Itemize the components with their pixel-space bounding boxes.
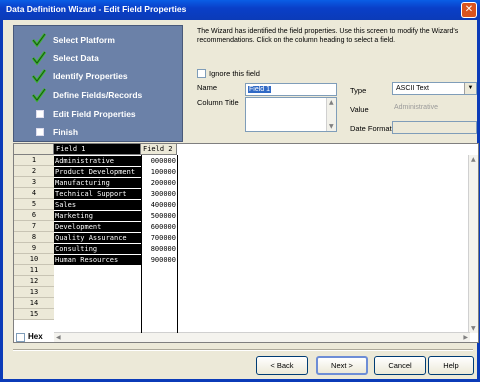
chevron-down-icon: ▼ xyxy=(464,83,476,94)
date-format-label: Date Format xyxy=(350,124,392,133)
scroll-up-icon: ▲ xyxy=(471,156,476,163)
table-cell-field-2[interactable]: 000000 xyxy=(141,156,177,166)
table-cell-field-1[interactable]: Product Development xyxy=(54,167,141,177)
table-cell-field-1[interactable]: Marketing xyxy=(54,211,141,221)
row-number: 10 xyxy=(14,254,54,265)
grid-vertical-scrollbar[interactable]: ▲ ▼ xyxy=(468,155,478,333)
table-cell-field-2[interactable]: 900000 xyxy=(141,255,177,265)
wizard-step-6: Finish xyxy=(14,124,184,141)
row-number: 9 xyxy=(14,243,54,254)
name-input[interactable]: Field 1 xyxy=(245,83,337,96)
wizard-step-label: Identify Properties xyxy=(53,71,128,81)
row-number: 4 xyxy=(14,188,54,199)
table-cell-field-2[interactable]: 700000 xyxy=(141,233,177,243)
table-cell-field-2[interactable]: 200000 xyxy=(141,178,177,188)
name-input-value: Field 1 xyxy=(248,86,272,93)
close-button[interactable]: ✕ xyxy=(461,2,477,18)
type-select-value: ASCII Text xyxy=(396,85,429,92)
row-number: 14 xyxy=(14,298,54,309)
ignore-field-checkbox[interactable] xyxy=(197,69,206,78)
column-title-textarea[interactable]: ▲ ▼ xyxy=(245,97,337,132)
wizard-step-3: Identify Properties xyxy=(14,68,184,85)
wizard-step-label: Select Data xyxy=(53,53,99,63)
check-icon xyxy=(31,68,47,84)
table-cell-field-2[interactable]: 400000 xyxy=(141,200,177,210)
type-label: Type xyxy=(350,86,367,95)
scroll-right-icon: ▶ xyxy=(463,334,468,341)
name-label: Name xyxy=(197,83,218,92)
wizard-step-5: Edit Field Properties xyxy=(14,106,184,123)
row-number: 5 xyxy=(14,199,54,210)
wizard-step-4: Define Fields/Records xyxy=(14,87,184,104)
instructions-text: The Wizard has identified the field prop… xyxy=(197,28,459,44)
column-title-label: Column Title xyxy=(197,98,239,107)
wizard-steps-panel: Select Platform Select Data Identify Prope… xyxy=(13,25,183,142)
wizard-step-label: Edit Field Properties xyxy=(53,109,136,119)
ignore-field-label: Ignore this field xyxy=(209,69,260,78)
scroll-down-icon: ▼ xyxy=(471,325,476,332)
next-button[interactable]: Next > xyxy=(316,356,368,375)
column-divider[interactable] xyxy=(141,155,142,333)
data-grid: Field 1 Field 2 ▲ ▼ ◀ ▶ 1 Administrative 0… xyxy=(13,143,479,343)
column-divider[interactable] xyxy=(177,155,178,333)
table-cell-field-1[interactable]: Administrative xyxy=(54,156,141,166)
date-format-input[interactable] xyxy=(392,121,477,134)
window-title: Data Definition Wizard - Edit Field Prop… xyxy=(6,4,187,14)
scroll-left-icon: ◀ xyxy=(56,334,61,341)
table-cell-field-2[interactable]: 500000 xyxy=(141,211,177,221)
check-icon xyxy=(31,50,47,66)
table-cell-field-2[interactable]: 100000 xyxy=(141,167,177,177)
wizard-step-1: Select Platform xyxy=(14,32,184,49)
row-number: 2 xyxy=(14,166,54,177)
pending-step-icon xyxy=(36,128,44,136)
wizard-step-label: Finish xyxy=(53,127,79,137)
wizard-step-label: Define Fields/Records xyxy=(53,90,143,100)
row-number: 11 xyxy=(14,265,54,276)
cancel-button[interactable]: Cancel xyxy=(374,356,426,375)
back-button[interactable]: < Back xyxy=(256,356,308,375)
title-bar: Data Definition Wizard - Edit Field Prop… xyxy=(0,0,480,20)
row-number: 7 xyxy=(14,221,54,232)
table-cell-field-1[interactable]: Technical Support xyxy=(54,189,141,199)
column-header-field-1[interactable]: Field 1 xyxy=(54,144,141,155)
pending-step-icon xyxy=(36,110,44,118)
column-header-field-2[interactable]: Field 2 xyxy=(141,144,177,155)
wizard-step-label: Select Platform xyxy=(53,35,115,45)
row-number: 15 xyxy=(14,309,54,320)
row-number: 6 xyxy=(14,210,54,221)
table-cell-field-2[interactable]: 800000 xyxy=(141,244,177,254)
hex-label: Hex xyxy=(28,332,43,341)
table-cell-field-1[interactable]: Development xyxy=(54,222,141,232)
grid-horizontal-scrollbar[interactable]: ◀ ▶ xyxy=(54,332,470,342)
value-label: Value xyxy=(350,105,369,114)
value-text: Administrative xyxy=(394,104,438,111)
row-number: 3 xyxy=(14,177,54,188)
table-cell-field-1[interactable]: Consulting xyxy=(54,244,141,254)
scroll-up-icon: ▲ xyxy=(329,99,334,106)
grid-corner xyxy=(14,144,54,155)
check-icon xyxy=(31,32,47,48)
table-cell-field-1[interactable]: Quality Assurance xyxy=(54,233,141,243)
help-button[interactable]: Help xyxy=(428,356,474,375)
button-separator xyxy=(13,349,473,351)
row-number: 13 xyxy=(14,287,54,298)
textarea-scrollbar[interactable]: ▲ ▼ xyxy=(326,98,336,131)
table-cell-field-1[interactable]: Sales xyxy=(54,200,141,210)
row-number: 12 xyxy=(14,276,54,287)
row-number: 8 xyxy=(14,232,54,243)
table-cell-field-1[interactable]: Human Resources xyxy=(54,255,141,265)
table-cell-field-1[interactable]: Manufacturing xyxy=(54,178,141,188)
table-cell-field-2[interactable]: 300000 xyxy=(141,189,177,199)
check-icon xyxy=(31,87,47,103)
row-number: 1 xyxy=(14,155,54,166)
close-icon: ✕ xyxy=(464,4,474,15)
type-select[interactable]: ASCII Text ▼ xyxy=(392,82,477,95)
table-cell-field-2[interactable]: 600000 xyxy=(141,222,177,232)
scroll-down-icon: ▼ xyxy=(329,123,334,130)
hex-checkbox[interactable] xyxy=(16,333,25,342)
wizard-step-2: Select Data xyxy=(14,50,184,67)
